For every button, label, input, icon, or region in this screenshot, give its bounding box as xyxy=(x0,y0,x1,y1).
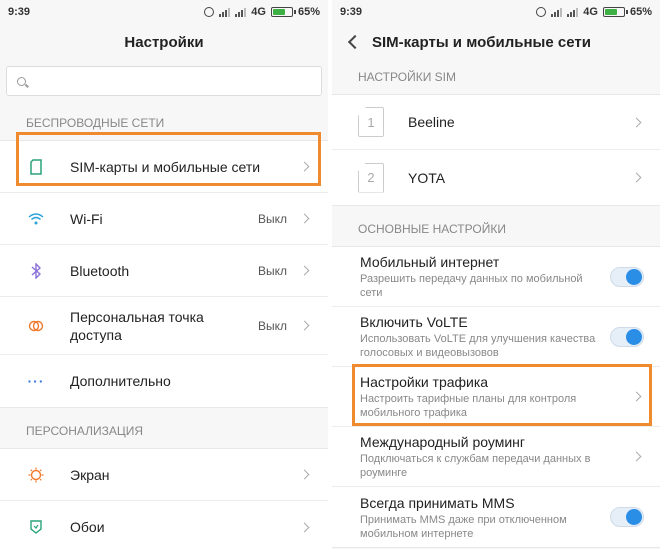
settings-item-label: Экран xyxy=(70,466,110,483)
signal-icon xyxy=(235,7,247,17)
sim-name: Beeline xyxy=(408,114,455,130)
settings-item-label: Обои xyxy=(70,519,105,535)
page-title: SIM-карты и мобильные сети xyxy=(372,33,591,51)
option-mms[interactable]: Всегда принимать MMS Принимать MMS даже … xyxy=(332,487,660,547)
option-roaming[interactable]: Международный роуминг Подключаться к слу… xyxy=(332,427,660,487)
battery-level: 65% xyxy=(297,6,320,18)
search-icon xyxy=(17,76,26,86)
network-type: 4G xyxy=(251,6,266,18)
wireless-group: SIM-карты и мобильные сети Wi-Fi Выкл Bl… xyxy=(0,140,328,408)
network-type: 4G xyxy=(583,6,598,18)
status-value: Выкл xyxy=(257,263,287,278)
option-title: Международный роуминг xyxy=(360,434,525,450)
settings-item-bluetooth[interactable]: Bluetooth Выкл xyxy=(0,245,328,297)
settings-item-hotspot[interactable]: Персональная точка доступа Выкл xyxy=(0,297,328,355)
volte-toggle[interactable] xyxy=(610,326,644,347)
settings-item-wifi[interactable]: Wi-Fi Выкл xyxy=(0,193,328,245)
option-title: Настройки трафика xyxy=(360,374,489,390)
signal-icon xyxy=(551,7,563,17)
mms-toggle[interactable] xyxy=(610,507,644,527)
chevron-right-icon xyxy=(631,172,642,183)
option-title: Мобильный интернет xyxy=(360,254,500,270)
hotspot-icon xyxy=(26,319,46,333)
option-title: Всегда принимать MMS xyxy=(360,494,515,511)
chevron-right-icon xyxy=(299,522,310,532)
option-traffic-settings[interactable]: Настройки трафика Настроить тарифные пла… xyxy=(332,367,660,427)
settings-item-wallpaper[interactable]: Обои xyxy=(0,501,328,549)
sim-item-2[interactable]: 2 YOTA xyxy=(332,150,660,205)
status-value: Выкл xyxy=(257,318,287,333)
sim-icon xyxy=(26,158,46,175)
alarm-icon xyxy=(536,7,547,17)
signal-icon xyxy=(567,7,579,17)
mobile-data-toggle[interactable] xyxy=(610,266,644,287)
status-value: Выкл xyxy=(257,211,287,226)
settings-item-more[interactable]: ··· Дополнительно xyxy=(0,355,328,407)
main-settings-group: Мобильный интернет Разрешить передачу да… xyxy=(332,246,660,548)
section-header: ОСНОВНЫЕ НАСТРОЙКИ xyxy=(358,222,506,236)
personalization-group: Экран Обои xyxy=(0,448,328,549)
chevron-right-icon xyxy=(299,265,310,276)
signal-icon xyxy=(219,7,231,17)
settings-item-display[interactable]: Экран xyxy=(0,449,328,501)
option-subtitle: Принимать MMS даже при отключенном мобил… xyxy=(360,513,567,540)
option-subtitle: Разрешить передачу данных по мобильной с… xyxy=(360,273,583,299)
section-header: БЕСПРОВОДНЫЕ СЕТИ xyxy=(26,116,165,130)
wallpaper-icon xyxy=(26,519,46,535)
chevron-right-icon xyxy=(631,391,642,402)
option-subtitle: Настроить тарифные планы для контроля мо… xyxy=(360,393,577,419)
sim-settings-screen: 9:39 4G 65% SIM-карты и мобильные сети Н… xyxy=(332,0,660,549)
status-time: 9:39 xyxy=(340,6,363,18)
alarm-icon xyxy=(204,7,215,17)
option-subtitle: Подключаться к службам передачи данных в… xyxy=(360,453,591,479)
status-bar: 9:39 4G 65% xyxy=(0,0,328,24)
sim-slot-icon: 1 xyxy=(358,107,384,137)
chevron-right-icon xyxy=(299,213,310,224)
section-header: НАСТРОЙКИ SIM xyxy=(358,70,456,84)
settings-screen: 9:39 4G 65% Настройки БЕСПРОВОДНЫЕ СЕТИ … xyxy=(0,0,328,549)
back-arrow-icon[interactable] xyxy=(347,34,363,50)
battery-level: 65% xyxy=(629,6,652,18)
settings-item-label: Персональная точка доступа xyxy=(70,308,204,343)
status-bar: 9:39 4G 65% xyxy=(332,0,660,24)
settings-item-label: Дополнительно xyxy=(70,373,171,389)
more-icon: ··· xyxy=(27,373,45,389)
sim-group: 1 Beeline 2 YOTA xyxy=(332,94,660,206)
battery-icon xyxy=(270,7,296,17)
sim-slot-icon: 2 xyxy=(358,162,384,193)
section-header: ПЕРСОНАЛИЗАЦИЯ xyxy=(26,424,144,438)
chevron-right-icon xyxy=(299,161,310,172)
option-title: Включить VoLTE xyxy=(360,314,468,330)
settings-item-label: Wi-Fi xyxy=(70,210,103,227)
chevron-right-icon xyxy=(631,117,642,127)
wifi-icon xyxy=(26,212,46,225)
display-icon xyxy=(26,467,46,483)
chevron-right-icon xyxy=(631,451,642,462)
top-bar: SIM-карты и мобильные сети xyxy=(332,24,660,60)
battery-icon xyxy=(602,7,628,17)
sim-name: YOTA xyxy=(408,169,446,186)
settings-item-label: Bluetooth xyxy=(70,262,130,279)
option-volte[interactable]: Включить VoLTE Использовать VoLTE для ул… xyxy=(332,307,660,367)
bluetooth-icon xyxy=(26,262,46,279)
search-input[interactable] xyxy=(6,66,322,96)
page-title: Настройки xyxy=(124,33,204,51)
sim-item-1[interactable]: 1 Beeline xyxy=(332,95,660,150)
status-time: 9:39 xyxy=(8,6,31,18)
option-subtitle: Использовать VoLTE для улучшения качеств… xyxy=(360,333,596,359)
settings-item-sim[interactable]: SIM-карты и мобильные сети xyxy=(0,141,328,193)
settings-item-label: SIM-карты и мобильные сети xyxy=(70,158,261,175)
chevron-right-icon xyxy=(299,320,310,331)
chevron-right-icon xyxy=(299,469,310,480)
option-mobile-data[interactable]: Мобильный интернет Разрешить передачу да… xyxy=(332,247,660,307)
